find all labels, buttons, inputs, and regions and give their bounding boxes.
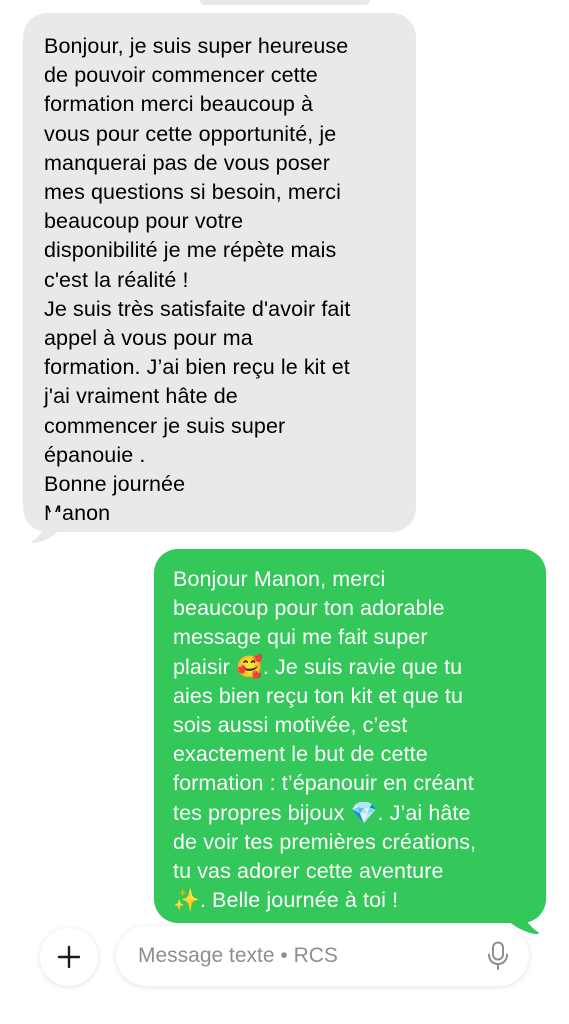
received-bubble-tail bbox=[31, 512, 62, 544]
received-message-bubble[interactable]: Bonjour, je suis super heureuse de pouvo… bbox=[23, 13, 416, 532]
gem-emoji-icon: 💎 bbox=[350, 800, 378, 826]
smiling-hearts-emoji-icon: 🥰 bbox=[235, 654, 263, 680]
sparkles-emoji-icon: ✨ bbox=[173, 888, 200, 914]
plus-icon bbox=[57, 945, 81, 969]
sent-message-bubble[interactable]: Bonjour Manon, merci beaucoup pour ton a… bbox=[154, 549, 546, 923]
add-attachment-button[interactable] bbox=[40, 928, 98, 986]
conversation-screen: Bonjour, je suis super heureuse de pouvo… bbox=[0, 0, 569, 1024]
message-field[interactable] bbox=[116, 926, 529, 986]
sent-message-text-4: . Belle journée à toi ! bbox=[199, 888, 399, 913]
sent-message-text-2: . Je suis ravie que tu aies bien reçu to… bbox=[173, 654, 474, 825]
message-input[interactable] bbox=[138, 926, 468, 986]
microphone-icon[interactable] bbox=[486, 941, 510, 971]
previous-message-edge bbox=[200, 0, 370, 5]
